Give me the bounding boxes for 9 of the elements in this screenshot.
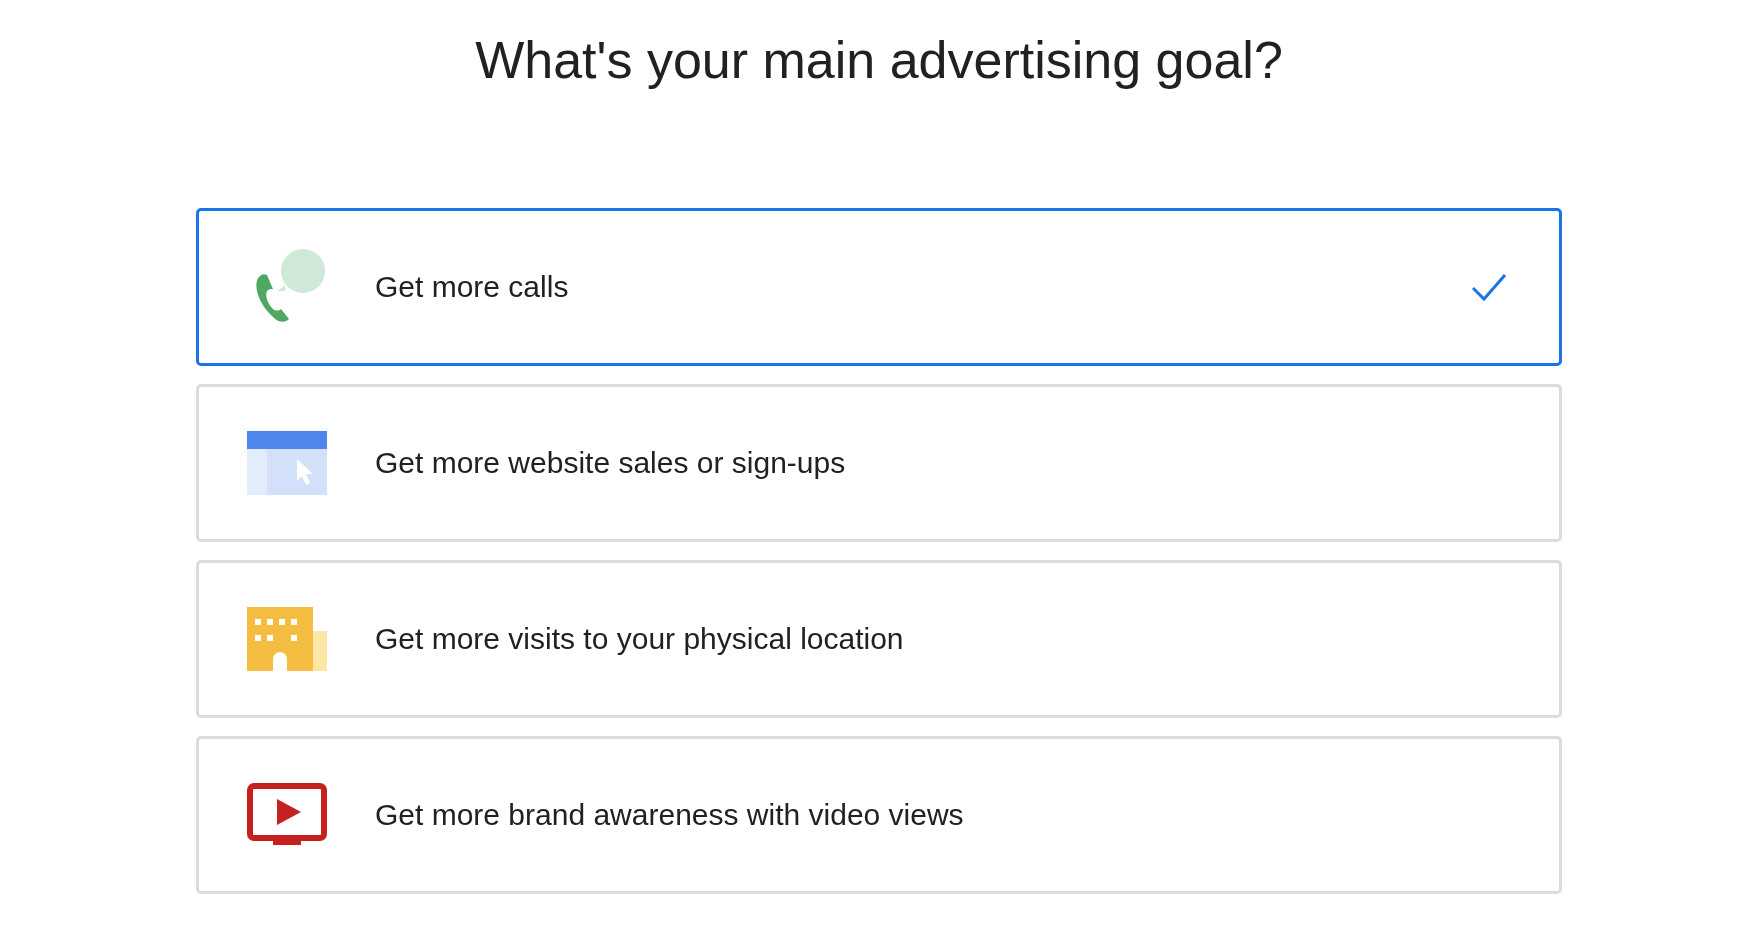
option-label: Get more calls <box>375 270 570 304</box>
goal-option[interactable]: Get more website sales or sign-ups <box>196 384 1562 542</box>
goal-option[interactable]: Get more brand awareness with video views <box>196 736 1562 894</box>
option-label: Get more brand awareness with video views <box>375 798 965 832</box>
option-label: Get more website sales or sign-ups <box>375 446 847 480</box>
page-title: What's your main advertising goal? <box>475 30 1283 91</box>
goal-option[interactable]: Get more calls <box>196 208 1562 366</box>
option-label: Get more visits to your physical location <box>375 622 905 656</box>
goal-option[interactable]: Get more visits to your physical location <box>196 560 1562 718</box>
